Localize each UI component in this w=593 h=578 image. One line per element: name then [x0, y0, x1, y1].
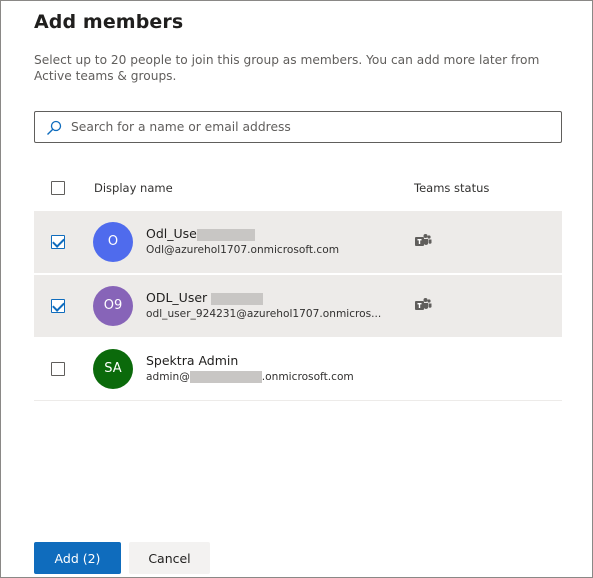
cancel-button[interactable]: Cancel [129, 542, 210, 574]
avatar: SA [93, 349, 133, 389]
search-input[interactable] [71, 113, 551, 141]
user-display-name: Spektra Admin [146, 353, 239, 368]
dialog-title: Add members [34, 11, 184, 33]
avatar: O9 [93, 286, 133, 326]
user-display-name: ODL_User [146, 290, 264, 305]
user-name-text: ODL_User [146, 290, 208, 305]
teams-icon [415, 298, 432, 310]
table-row[interactable]: SA Spektra Admin admin@ .onmicrosoft.com [34, 338, 562, 401]
search-box[interactable] [34, 111, 562, 143]
email-suffix: .onmicrosoft.com [261, 371, 354, 383]
row-checkbox[interactable] [51, 235, 65, 249]
search-icon [47, 120, 62, 135]
avatar: O [93, 222, 133, 262]
table-row[interactable]: O9 ODL_User odl_user_924231@azurehol1707… [34, 275, 562, 338]
user-email: admin@ .onmicrosoft.com [146, 371, 386, 383]
column-header-display-name: Display name [94, 181, 173, 195]
column-header-teams-status: Teams status [414, 181, 490, 195]
select-all-checkbox[interactable] [51, 181, 65, 195]
dialog-description: Select up to 20 people to join this grou… [34, 53, 540, 83]
user-display-name: Odl_Use [146, 226, 255, 241]
user-name-text: Odl_Use [146, 226, 197, 241]
redacted-block [211, 292, 264, 305]
email-prefix: admin@ [146, 371, 190, 383]
add-button[interactable]: Add (2) [34, 542, 121, 574]
row-checkbox[interactable] [51, 299, 65, 313]
teams-icon [415, 234, 432, 246]
user-email: odl_user_924231@azurehol1707.onmicros... [146, 308, 382, 320]
add-members-dialog: Add members Select up to 20 people to jo… [0, 0, 593, 578]
user-email: Odl@azurehol1707.onmicrosoft.com [146, 244, 340, 256]
table-header: Display name Teams status [34, 171, 562, 205]
table-row[interactable]: O Odl_Use Odl@azurehol1707.onmicrosoft.c… [34, 211, 562, 274]
row-checkbox[interactable] [51, 362, 65, 376]
redacted-block [189, 371, 262, 383]
redacted-block [196, 228, 255, 241]
